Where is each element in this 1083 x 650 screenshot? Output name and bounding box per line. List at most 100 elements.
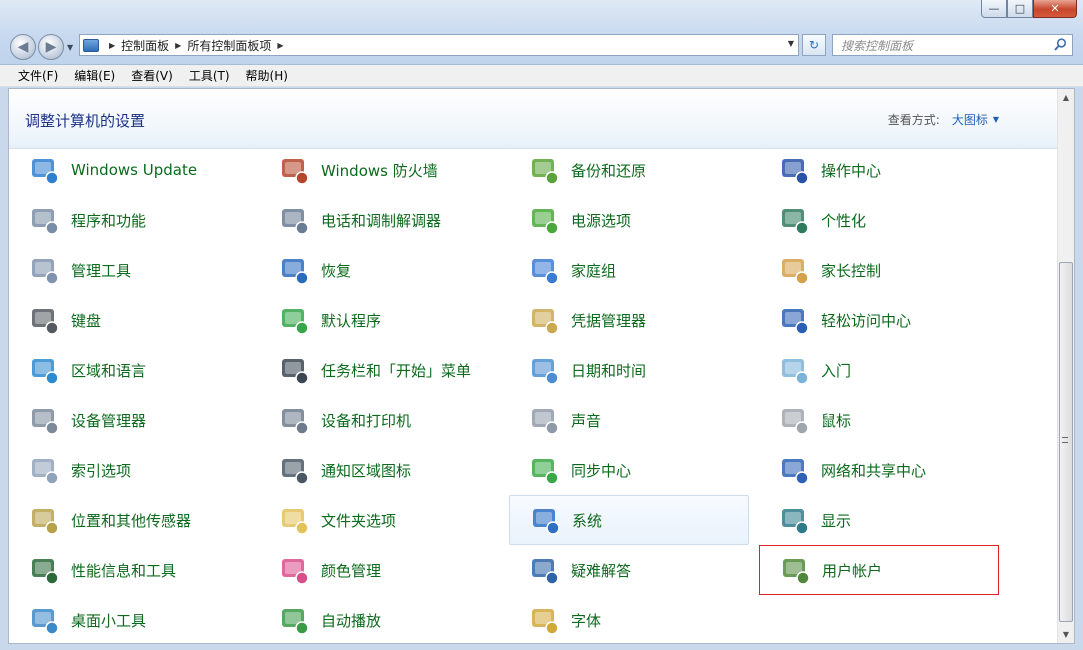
maximize-button[interactable]: □ bbox=[1007, 0, 1033, 18]
control-panel-item[interactable]: 入门 bbox=[759, 345, 999, 395]
control-panel-item[interactable]: 自动播放 bbox=[259, 595, 499, 643]
window-controls: — □ ✕ bbox=[981, 0, 1077, 18]
control-panel-item[interactable]: 备份和还原 bbox=[509, 145, 749, 195]
folder-options-icon bbox=[277, 503, 311, 537]
network-sharing-icon bbox=[777, 453, 811, 487]
control-panel-item[interactable]: 性能信息和工具 bbox=[9, 545, 249, 595]
control-panel-item-label: 用户帐户 bbox=[822, 561, 883, 580]
control-panel-item[interactable]: 电话和调制解调器 bbox=[259, 195, 499, 245]
control-panel-item-label: 鼠标 bbox=[821, 411, 852, 430]
address-dropdown-icon[interactable]: ▼ bbox=[788, 39, 794, 48]
control-panel-item-label: 家长控制 bbox=[821, 261, 882, 280]
recent-pages-dropdown-icon[interactable]: ▼ bbox=[67, 43, 77, 52]
control-panel-item-label: 凭据管理器 bbox=[571, 311, 647, 330]
control-panel-item[interactable]: 凭据管理器 bbox=[509, 295, 749, 345]
control-panel-item[interactable]: 显示 bbox=[759, 495, 999, 545]
minimize-button[interactable]: — bbox=[981, 0, 1007, 18]
mouse-icon bbox=[777, 403, 811, 437]
menu-edit[interactable]: 编辑(E) bbox=[66, 67, 123, 84]
control-panel-icon bbox=[83, 38, 99, 52]
control-panel-item[interactable]: 轻松访问中心 bbox=[759, 295, 999, 345]
menu-file[interactable]: 文件(F) bbox=[10, 67, 66, 84]
system-icon bbox=[528, 503, 562, 537]
control-panel-item[interactable]: 声音 bbox=[509, 395, 749, 445]
control-panel-item-label: 设备和打印机 bbox=[321, 411, 412, 430]
control-panel-item[interactable]: 位置和其他传感器 bbox=[9, 495, 249, 545]
personalization-icon bbox=[777, 203, 811, 237]
control-panel-item-label: 自动播放 bbox=[321, 611, 382, 630]
control-panel-item-label: 索引选项 bbox=[71, 461, 132, 480]
control-panel-item[interactable]: 任务栏和「开始」菜单 bbox=[259, 345, 499, 395]
control-panel-item[interactable]: 家庭组 bbox=[509, 245, 749, 295]
control-panel-item-label: 轻松访问中心 bbox=[821, 311, 912, 330]
address-bar[interactable]: ▶ 控制面板 ▶ 所有控制面板项 ▶ ▼ bbox=[79, 34, 799, 56]
control-panel-item-label: 性能信息和工具 bbox=[71, 561, 177, 580]
close-button[interactable]: ✕ bbox=[1033, 0, 1077, 18]
control-panel-item[interactable]: 疑难解答 bbox=[509, 545, 749, 595]
search-input[interactable]: 搜索控制面板 bbox=[832, 34, 1073, 56]
control-panel-item[interactable]: 通知区域图标 bbox=[259, 445, 499, 495]
scroll-up-icon[interactable]: ▲ bbox=[1058, 89, 1074, 106]
control-panel-item[interactable]: 字体 bbox=[509, 595, 749, 643]
control-panel-item[interactable]: 程序和功能 bbox=[9, 195, 249, 245]
control-panel-item[interactable]: 鼠标 bbox=[759, 395, 999, 445]
control-panel-item-label: 文件夹选项 bbox=[321, 511, 397, 530]
control-panel-item[interactable]: 区域和语言 bbox=[9, 345, 249, 395]
control-panel-item[interactable]: 桌面小工具 bbox=[9, 595, 249, 643]
control-panel-item[interactable]: 系统 bbox=[509, 495, 749, 545]
menu-view[interactable]: 查看(V) bbox=[123, 67, 181, 84]
control-panel-item-label: 管理工具 bbox=[71, 261, 132, 280]
control-panel-item[interactable]: 家长控制 bbox=[759, 245, 999, 295]
control-panel-item[interactable]: Windows Update bbox=[9, 145, 249, 195]
control-panel-item[interactable]: 同步中心 bbox=[509, 445, 749, 495]
control-panel-item[interactable]: 用户帐户 bbox=[759, 545, 999, 595]
control-panel-item-label: 位置和其他传感器 bbox=[71, 511, 192, 530]
control-panel-item[interactable]: 操作中心 bbox=[759, 145, 999, 195]
control-panel-item-label: 颜色管理 bbox=[321, 561, 382, 580]
control-panel-item-label: 系统 bbox=[572, 511, 603, 530]
control-panel-item[interactable]: 恢复 bbox=[259, 245, 499, 295]
control-panel-item-label: 电话和调制解调器 bbox=[321, 211, 442, 230]
breadcrumb-control-panel[interactable]: 控制面板 bbox=[121, 37, 169, 54]
view-mode-dropdown-icon[interactable]: ▼ bbox=[993, 115, 999, 124]
menu-help[interactable]: 帮助(H) bbox=[238, 67, 296, 84]
control-panel-item-label: 疑难解答 bbox=[571, 561, 632, 580]
credential-manager-icon bbox=[527, 303, 561, 337]
keyboard-icon bbox=[27, 303, 61, 337]
control-panel-item-label: 家庭组 bbox=[571, 261, 617, 280]
control-panel-item[interactable]: 网络和共享中心 bbox=[759, 445, 999, 495]
view-mode-selector[interactable]: 大图标 bbox=[952, 111, 988, 128]
control-panel-item-label: 显示 bbox=[821, 511, 852, 530]
scroll-down-icon[interactable]: ▼ bbox=[1058, 626, 1074, 643]
control-panel-item[interactable]: Windows 防火墙 bbox=[259, 145, 499, 195]
menu-tools[interactable]: 工具(T) bbox=[181, 67, 238, 84]
control-panel-item[interactable]: 默认程序 bbox=[259, 295, 499, 345]
breadcrumb-all-items[interactable]: 所有控制面板项 bbox=[187, 37, 271, 54]
control-panel-item-label: 电源选项 bbox=[571, 211, 632, 230]
back-button[interactable]: ◀ bbox=[10, 34, 36, 60]
control-panel-item[interactable]: 日期和时间 bbox=[509, 345, 749, 395]
control-panel-item-label: 通知区域图标 bbox=[321, 461, 412, 480]
recovery-icon bbox=[277, 253, 311, 287]
control-panel-item[interactable]: 文件夹选项 bbox=[259, 495, 499, 545]
control-panel-item[interactable]: 设备和打印机 bbox=[259, 395, 499, 445]
search-icon[interactable] bbox=[1054, 38, 1067, 51]
control-panel-item[interactable]: 设备管理器 bbox=[9, 395, 249, 445]
control-panel-item[interactable]: 键盘 bbox=[9, 295, 249, 345]
window-chrome: — □ ✕ ◀ ▶ ▼ ▶ 控制面板 ▶ 所有控制面板项 ▶ ▼ ↻ 搜索控制面… bbox=[0, 0, 1083, 65]
control-panel-item-label: 同步中心 bbox=[571, 461, 632, 480]
forward-button[interactable]: ▶ bbox=[38, 34, 64, 60]
breadcrumb-arrow-icon[interactable]: ▶ bbox=[109, 41, 115, 50]
breadcrumb-arrow-icon[interactable]: ▶ bbox=[175, 41, 181, 50]
control-panel-item[interactable]: 管理工具 bbox=[9, 245, 249, 295]
vertical-scrollbar[interactable]: ▲ ▼ bbox=[1057, 89, 1074, 643]
search-placeholder: 搜索控制面板 bbox=[841, 38, 914, 53]
breadcrumb-arrow-icon[interactable]: ▶ bbox=[277, 41, 283, 50]
autoplay-icon bbox=[277, 603, 311, 637]
control-panel-item[interactable]: 电源选项 bbox=[509, 195, 749, 245]
control-panel-item[interactable]: 个性化 bbox=[759, 195, 999, 245]
control-panel-item[interactable]: 颜色管理 bbox=[259, 545, 499, 595]
refresh-button[interactable]: ↻ bbox=[802, 34, 826, 56]
control-panel-item-label: 操作中心 bbox=[821, 161, 882, 180]
control-panel-item[interactable]: 索引选项 bbox=[9, 445, 249, 495]
